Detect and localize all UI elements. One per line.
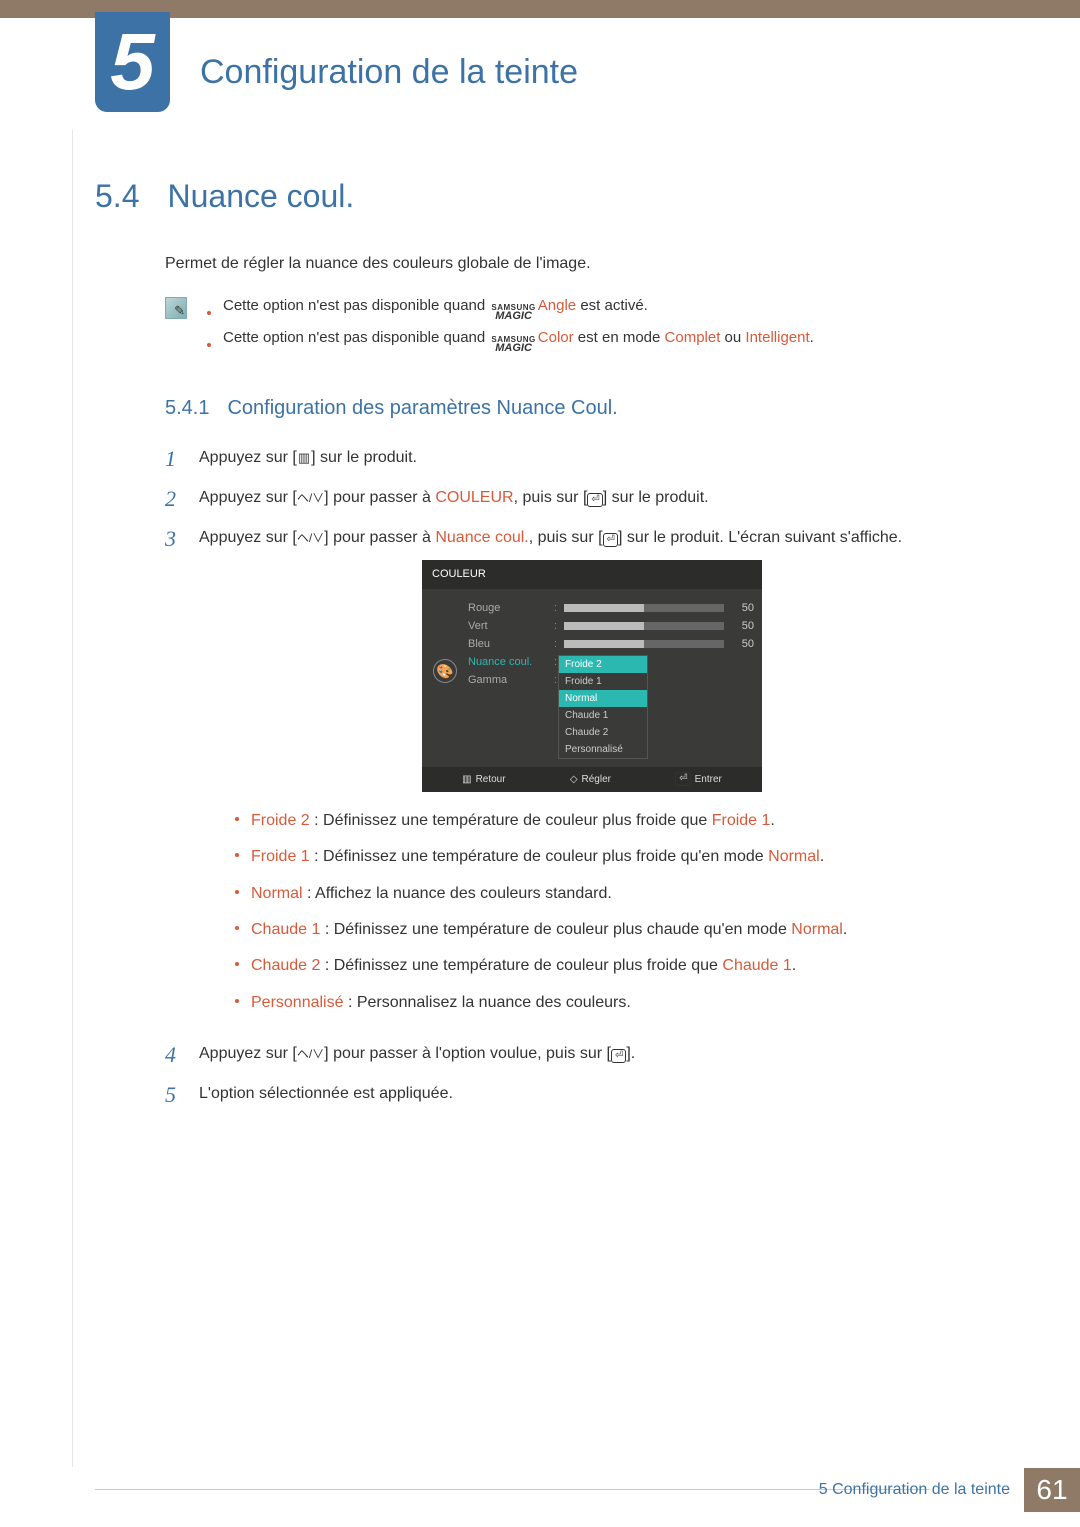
footer-rule — [95, 1489, 930, 1490]
note-text: Cette option n'est pas disponible quand — [223, 297, 489, 314]
note-icon — [165, 297, 187, 319]
option-desc: Personnalisé : Personnalisez la nuance d… — [235, 992, 985, 1014]
palette-icon: 🎨 — [433, 659, 457, 683]
osd-option: Chaude 1 — [559, 707, 647, 724]
enter-icon: ⏎ — [675, 772, 690, 786]
subsection-title: Configuration des paramètres Nuance Coul… — [227, 397, 617, 420]
step-3: 3 Appuyez sur [ヘ/∨] pour passer à Nuance… — [165, 526, 985, 1028]
section-title: Nuance coul. — [167, 178, 354, 215]
bullet-icon — [235, 926, 239, 930]
menu-icon: ▥ — [297, 448, 311, 468]
step-number: 1 — [165, 446, 181, 472]
updown-icon: ヘ/∨ — [297, 1045, 324, 1063]
note-term: Angle — [538, 297, 576, 314]
note-item: Cette option n'est pas disponible quand … — [207, 297, 985, 321]
osd-screenshot: COULEUR 🎨 Rouge:50 Vert:50 Bleu:50 Nuanc… — [422, 560, 762, 792]
option-desc: Chaude 2 : Définissez une température de… — [235, 955, 985, 977]
samsung-magic-logo: SAMSUNG MAGIC — [491, 305, 535, 321]
bullet-icon — [207, 343, 211, 347]
page-number: 61 — [1024, 1468, 1080, 1512]
samsung-magic-logo: SAMSUNG MAGIC — [491, 337, 535, 353]
note-item: Cette option n'est pas disponible quand … — [207, 329, 985, 353]
section-heading: 5.4 Nuance coul. — [95, 178, 985, 215]
subsection-heading: 5.4.1 Configuration des paramètres Nuanc… — [165, 397, 985, 420]
step-number: 4 — [165, 1042, 181, 1068]
osd-option: Froide 1 — [559, 673, 647, 690]
osd-option: Normal — [559, 690, 647, 707]
option-desc: Froide 2 : Définissez une température de… — [235, 810, 985, 832]
enter-icon: ⏎ — [611, 1049, 626, 1063]
step-number: 3 — [165, 526, 181, 552]
note-block: Cette option n'est pas disponible quand … — [165, 297, 985, 361]
chapter-number: 5 — [110, 16, 155, 108]
step-1: 1 Appuyez sur [▥] sur le produit. — [165, 446, 985, 472]
updown-icon: ヘ/∨ — [297, 489, 324, 507]
bullet-icon — [235, 890, 239, 894]
chapter-title: Configuration de la teinte — [200, 53, 578, 92]
option-desc: Froide 1 : Définissez une température de… — [235, 846, 985, 868]
option-desc: Normal : Affichez la nuance des couleurs… — [235, 883, 985, 905]
osd-option: Chaude 2 — [559, 724, 647, 741]
footer-chapter: 5 Configuration de la teinte — [819, 1481, 1024, 1499]
section-intro: Permet de régler la nuance des couleurs … — [165, 255, 985, 273]
enter-icon: ⏎ — [587, 493, 602, 507]
step-2: 2 Appuyez sur [ヘ/∨] pour passer à COULEU… — [165, 486, 985, 512]
bullet-icon — [235, 817, 239, 821]
subsection-number: 5.4.1 — [165, 397, 209, 420]
bullet-icon — [207, 311, 211, 315]
osd-option: Froide 2 — [559, 656, 647, 673]
step-5: 5 L'option sélectionnée est appliquée. — [165, 1082, 985, 1108]
step-number: 5 — [165, 1082, 181, 1108]
chapter-header: 5 Configuration de la teinte — [0, 18, 1080, 138]
section-number: 5.4 — [95, 178, 139, 215]
page-footer: 5 Configuration de la teinte 61 — [0, 1462, 1080, 1512]
osd-option: Personnalisé — [559, 741, 647, 758]
osd-title: COULEUR — [422, 560, 762, 589]
bullet-icon — [235, 999, 239, 1003]
step-4: 4 Appuyez sur [ヘ/∨] pour passer à l'opti… — [165, 1042, 985, 1068]
updown-icon: ヘ/∨ — [297, 529, 324, 547]
menu-icon: ▥ — [462, 772, 471, 787]
bullet-icon — [235, 962, 239, 966]
left-margin-rule — [72, 130, 73, 1467]
option-desc: Chaude 1 : Définissez une température de… — [235, 919, 985, 941]
chapter-badge: 5 — [95, 12, 170, 112]
enter-icon: ⏎ — [603, 533, 618, 547]
adjust-icon: ◇ — [570, 772, 578, 787]
bullet-icon — [235, 853, 239, 857]
step-number: 2 — [165, 486, 181, 512]
